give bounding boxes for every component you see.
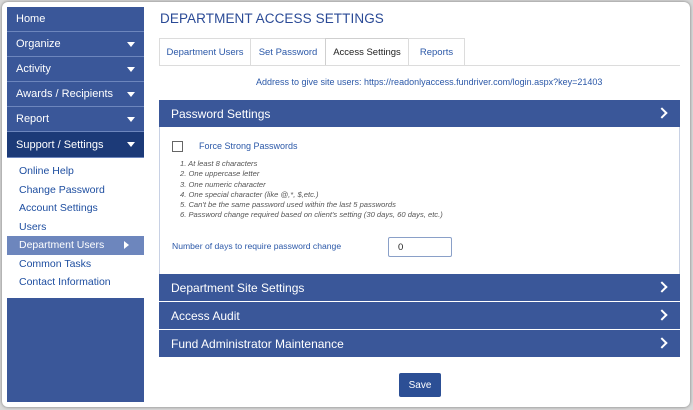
rule-item: 3. One numeric character — [180, 179, 266, 189]
nav-report[interactable]: Report — [7, 107, 144, 132]
submenu-department-users[interactable]: Department Users — [7, 236, 144, 255]
submenu-common-tasks[interactable]: Common Tasks — [7, 255, 144, 274]
submenu-contact-information[interactable]: Contact Information — [7, 273, 144, 292]
submenu-account-settings[interactable]: Account Settings — [7, 199, 144, 218]
nav-home[interactable]: Home — [7, 7, 144, 32]
rule-item: 1. At least 8 characters — [180, 159, 258, 168]
sidebar: Home Organize Activity Awards / Recipien… — [7, 7, 144, 402]
chevron-right-icon — [656, 281, 668, 293]
submenu-label: Change Password — [19, 183, 105, 196]
nav-label: Home — [16, 13, 46, 25]
submenu-label: Account Settings — [19, 202, 98, 215]
department-site-settings-panel: Department Site Settings — [159, 274, 680, 301]
nav-awards-recipients[interactable]: Awards / Recipients — [7, 82, 144, 107]
password-change-days-input[interactable]: 0 — [388, 237, 452, 257]
access-audit-header[interactable]: Access Audit — [159, 302, 680, 329]
tab-department-users[interactable]: Department Users — [159, 38, 251, 66]
chevron-down-icon — [127, 42, 135, 47]
chevron-right-icon — [656, 309, 668, 321]
chevron-right-icon — [656, 337, 668, 349]
tab-reports[interactable]: Reports — [408, 38, 465, 66]
chevron-down-icon — [127, 92, 135, 97]
chevron-down-icon — [127, 67, 135, 72]
submenu-label: Online Help — [19, 165, 74, 178]
submenu-users[interactable]: Users — [7, 218, 144, 237]
chevron-right-icon — [124, 241, 129, 249]
fund-administrator-maintenance-header[interactable]: Fund Administrator Maintenance — [159, 330, 680, 357]
panel-title: Password Settings — [171, 106, 271, 121]
rule-item: 6. Password change required based on cli… — [180, 210, 443, 220]
nav-organize[interactable]: Organize — [7, 32, 144, 57]
nav-label: Organize — [16, 38, 61, 50]
panel-title: Access Audit — [171, 308, 240, 323]
chevron-down-icon — [127, 117, 135, 122]
nav-label: Activity — [16, 63, 51, 75]
password-change-days-label: Number of days to require password chang… — [172, 241, 342, 251]
chevron-down-icon — [127, 142, 135, 147]
password-settings-header[interactable]: Password Settings — [159, 100, 680, 127]
force-strong-passwords-checkbox[interactable] — [172, 141, 183, 152]
password-settings-panel: Password Settings Force Strong Passwords… — [159, 100, 680, 275]
nav-activity[interactable]: Activity — [7, 57, 144, 82]
rule-item: 5. Can't be the same password used withi… — [180, 200, 396, 210]
sidebar-submenu: Online Help Change Password Account Sett… — [7, 158, 144, 298]
submenu-label: Department Users — [19, 239, 105, 252]
password-rules-list: 1. At least 8 characters 2. One uppercas… — [180, 159, 443, 221]
submenu-label: Common Tasks — [19, 257, 92, 270]
panel-title: Fund Administrator Maintenance — [171, 336, 344, 351]
submenu-change-password[interactable]: Change Password — [7, 181, 144, 200]
site-address-text: Address to give site users: https://read… — [256, 77, 603, 87]
fund-administrator-maintenance-panel: Fund Administrator Maintenance — [159, 330, 680, 357]
access-audit-panel: Access Audit — [159, 302, 680, 329]
rule-item: 2. One uppercase letter — [180, 169, 260, 179]
tab-bar: Department Users Set Password Access Set… — [159, 38, 465, 66]
chevron-right-icon — [656, 107, 668, 119]
password-settings-body: Force Strong Passwords 1. At least 8 cha… — [159, 127, 680, 275]
nav-label: Awards / Recipients — [16, 88, 114, 100]
department-site-settings-header[interactable]: Department Site Settings — [159, 274, 680, 301]
submenu-label: Contact Information — [19, 276, 111, 289]
rule-item: 4. One special character (like @,*, $,et… — [180, 189, 319, 199]
main-content: DEPARTMENT ACCESS SETTINGS Department Us… — [152, 2, 690, 407]
page-title: DEPARTMENT ACCESS SETTINGS — [160, 11, 384, 26]
nav-label: Support / Settings — [16, 138, 104, 151]
app-window: Home Organize Activity Awards / Recipien… — [2, 2, 690, 407]
nav-label: Report — [16, 113, 50, 125]
force-strong-passwords-label: Force Strong Passwords — [199, 141, 298, 151]
tab-set-password[interactable]: Set Password — [250, 38, 326, 66]
submenu-online-help[interactable]: Online Help — [7, 162, 144, 181]
tab-divider — [159, 65, 680, 66]
panel-title: Department Site Settings — [171, 280, 305, 295]
submenu-label: Users — [19, 220, 47, 233]
tab-access-settings[interactable]: Access Settings — [325, 38, 409, 66]
nav-support-settings[interactable]: Support / Settings — [7, 132, 144, 158]
save-button[interactable]: Save — [399, 373, 441, 397]
